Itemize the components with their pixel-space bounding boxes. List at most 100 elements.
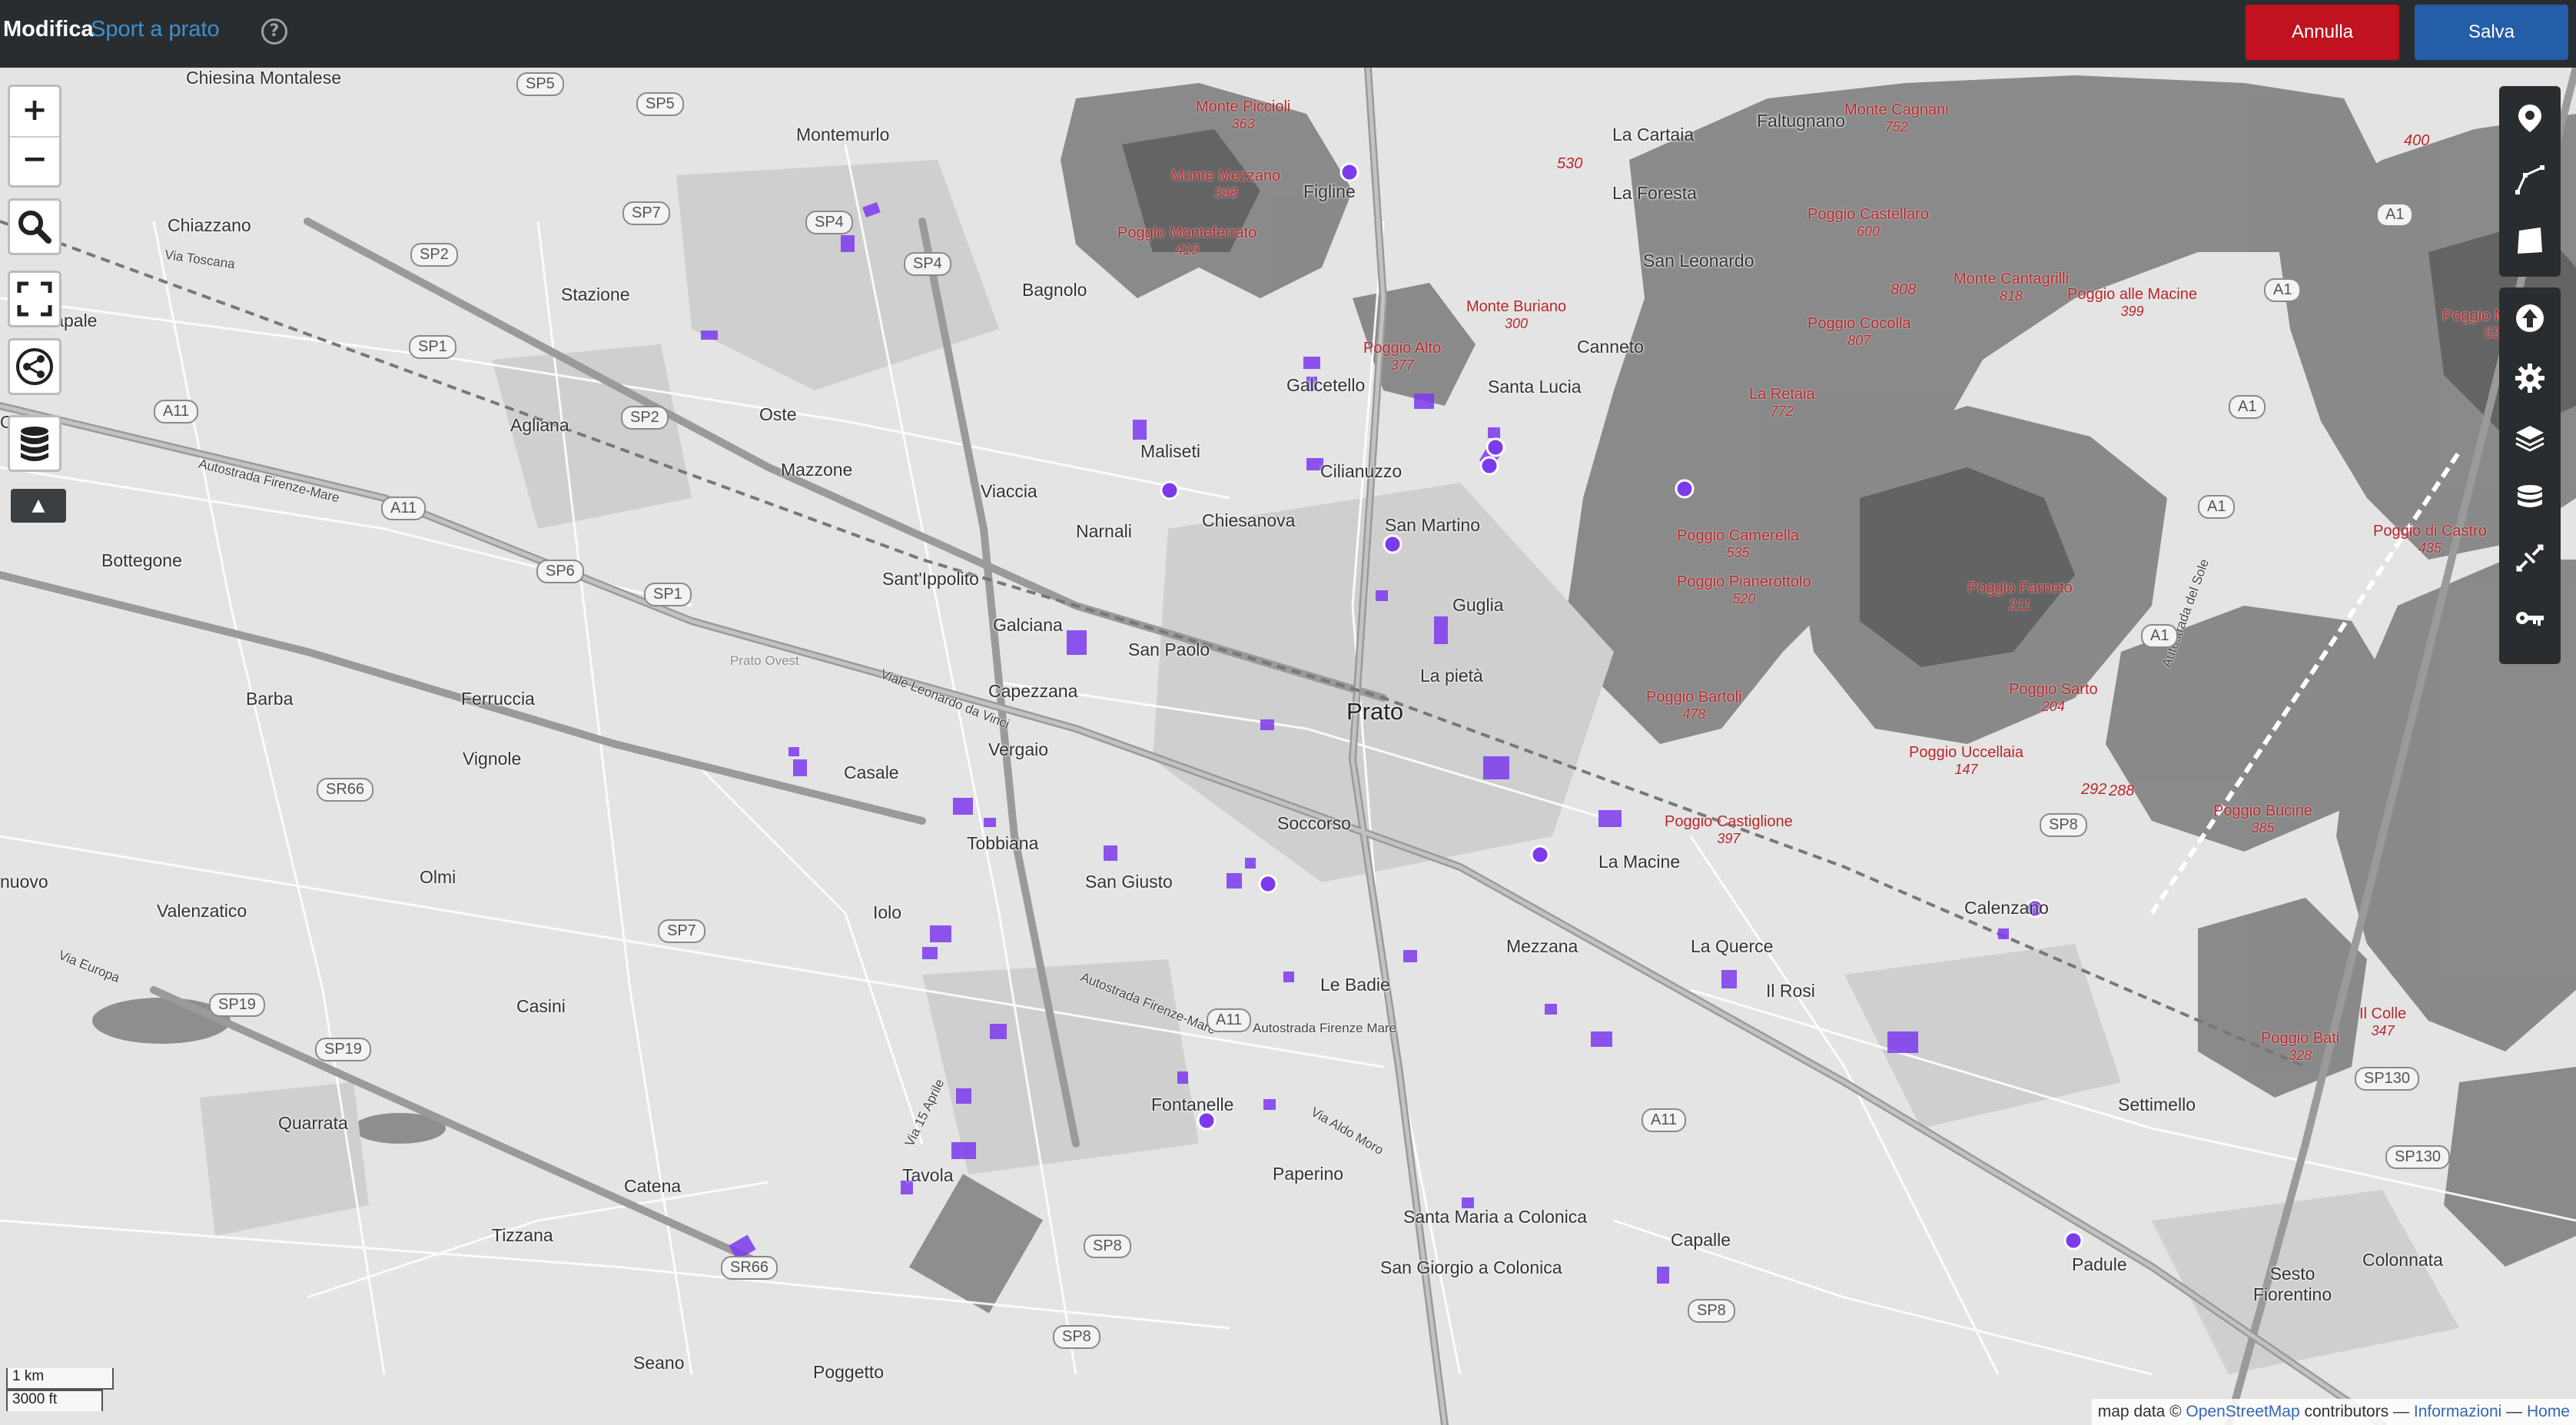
peak-label: Poggio Bucine 385 bbox=[2213, 802, 2312, 835]
place-label: Chiazzano bbox=[168, 215, 251, 235]
place-label: La Cartaia bbox=[1612, 125, 1695, 144]
place-label: Oste bbox=[759, 404, 797, 424]
road-shield: A1 bbox=[2229, 395, 2266, 419]
road-shield: SP5 bbox=[636, 92, 684, 116]
road-shield: A11 bbox=[1642, 1108, 1687, 1132]
place-label: nuovo bbox=[0, 872, 48, 892]
road-shield: SP1 bbox=[409, 335, 456, 359]
settings-tools-group bbox=[2499, 287, 2561, 664]
road-label: Prato Ovest bbox=[730, 653, 799, 668]
osm-link[interactable]: OpenStreetMap bbox=[2186, 1403, 2299, 1420]
peak-label: Poggio Farneto 211 bbox=[1967, 580, 2073, 613]
draw-polygon-button[interactable] bbox=[2499, 212, 2561, 271]
help-button[interactable]: ? bbox=[261, 18, 287, 45]
place-label: Montemurlo bbox=[796, 125, 890, 144]
road-shield: SP19 bbox=[209, 993, 265, 1017]
place-label: Ferruccia bbox=[461, 689, 535, 709]
peak-label: Poggio di Castro 435 bbox=[2373, 523, 2487, 556]
layers-button[interactable] bbox=[2499, 409, 2561, 467]
place-label: Sesto Fiorentino bbox=[2252, 1264, 2332, 1304]
place-label-city: Prato bbox=[1346, 698, 1404, 725]
import-button[interactable] bbox=[2499, 289, 2561, 347]
save-button[interactable]: Salva bbox=[2415, 5, 2568, 60]
edit-toolbar bbox=[2499, 86, 2561, 664]
share-button[interactable] bbox=[8, 338, 61, 395]
attribution-separator: — bbox=[2501, 1403, 2527, 1420]
place-label: Vignole bbox=[463, 749, 522, 769]
place-label: Le Badie bbox=[1320, 975, 1390, 995]
road-shield: SP2 bbox=[410, 243, 458, 267]
road-shield: SP6 bbox=[536, 560, 584, 583]
place-label: Valenzatico bbox=[157, 901, 247, 921]
peak-label: Monte Mezzano 398 bbox=[1171, 168, 1281, 201]
road-label: Autostrada Firenze Mare bbox=[1253, 1021, 1397, 1035]
cancel-button[interactable]: Annulla bbox=[2246, 5, 2399, 60]
road-shield: SP7 bbox=[622, 201, 670, 225]
place-label: Barba bbox=[246, 689, 294, 709]
place-label: Chiesanova bbox=[1202, 510, 1296, 530]
search-button[interactable] bbox=[8, 198, 61, 255]
place-label: Capalle bbox=[1671, 1230, 1731, 1250]
place-label: San Martino bbox=[1385, 515, 1481, 535]
place-label: Calenzano bbox=[1964, 898, 2049, 918]
caption-toggle-button[interactable]: ▲ bbox=[11, 489, 66, 523]
place-label: Catena bbox=[624, 1176, 682, 1196]
map-settings-button[interactable] bbox=[2499, 349, 2561, 407]
attribution: map data © OpenStreetMap contributors — … bbox=[2091, 1399, 2576, 1425]
zoom-in-button[interactable]: + bbox=[10, 87, 59, 138]
road-shield: A11 bbox=[381, 497, 427, 520]
peak-label: Poggio Pianerottolo 520 bbox=[1677, 573, 1811, 606]
place-label: Sant'Ippolito bbox=[882, 569, 979, 589]
peak-label: Poggio Alto 377 bbox=[1363, 340, 1442, 373]
place-label: Settimello bbox=[2118, 1094, 2196, 1114]
place-label: San Giorgio a Colonica bbox=[1380, 1257, 1562, 1277]
road-shield: SP130 bbox=[2355, 1067, 2420, 1091]
zoom-out-button[interactable]: − bbox=[10, 136, 59, 185]
home-link[interactable]: Home bbox=[2527, 1403, 2570, 1420]
place-label: Soccorso bbox=[1277, 813, 1351, 833]
place-label: Casini bbox=[516, 996, 566, 1016]
fullscreen-button[interactable] bbox=[8, 271, 61, 327]
place-label: Santa Lucia bbox=[1488, 377, 1582, 397]
place-label: Quarrata bbox=[278, 1113, 348, 1133]
place-label: Faltugnano bbox=[1757, 111, 1846, 131]
place-label: Iolo bbox=[873, 902, 902, 922]
road-shield: SP130 bbox=[2385, 1145, 2451, 1169]
scale-imperial: 3000 ft bbox=[6, 1390, 103, 1411]
mode-label: Modifica bbox=[3, 17, 94, 42]
scale-bar: 1 km 3000 ft bbox=[6, 1368, 114, 1411]
key-icon bbox=[2516, 612, 2544, 626]
map-name-link[interactable]: Sport a prato bbox=[91, 17, 220, 42]
map-canvas[interactable]: Chiesina Montalese Montemurlo Figline La… bbox=[0, 68, 2576, 1425]
road-shield: A11 bbox=[1207, 1008, 1252, 1032]
road-shield: SP1 bbox=[644, 583, 692, 606]
datalayers-button[interactable] bbox=[8, 415, 61, 472]
tilelayer-button[interactable] bbox=[2499, 529, 2561, 587]
place-label: Capezzana bbox=[988, 681, 1078, 701]
draw-polyline-button[interactable] bbox=[2499, 151, 2561, 209]
attribution-contributors: contributors — bbox=[2299, 1403, 2414, 1420]
place-label: Santa Maria a Colonica bbox=[1403, 1207, 1588, 1227]
search-icon bbox=[18, 211, 51, 244]
spot-elevation: 530 bbox=[1557, 155, 1583, 172]
marker-icon bbox=[2518, 105, 2541, 132]
spot-elevation: 288 bbox=[2109, 782, 2135, 799]
road-shield: A1 bbox=[2141, 624, 2179, 648]
tilelayer-icon bbox=[2516, 544, 2544, 572]
place-label: Padule bbox=[2072, 1254, 2127, 1274]
road-shield: A1 bbox=[2198, 495, 2236, 519]
place-label: Colonnata bbox=[2362, 1250, 2443, 1270]
road-shield: SP8 bbox=[2040, 813, 2087, 837]
permissions-button[interactable] bbox=[2499, 589, 2561, 647]
draw-marker-button[interactable] bbox=[2499, 89, 2561, 148]
datalayers-manage-button[interactable] bbox=[2499, 469, 2561, 527]
peak-label: Poggio Camerella 535 bbox=[1677, 527, 1799, 560]
road-shield: A1 bbox=[2376, 203, 2414, 227]
road-shield: SP2 bbox=[621, 406, 669, 430]
info-link[interactable]: Informazioni bbox=[2414, 1403, 2501, 1420]
place-label: Narnali bbox=[1076, 521, 1132, 541]
top-bar: Modifica Sport a prato ? Annulla Salva bbox=[0, 0, 2576, 68]
peak-label: Poggio alle Macine 399 bbox=[2067, 286, 2197, 319]
road-shield: SP19 bbox=[315, 1038, 371, 1061]
peak-label: Poggio Uccellaia 147 bbox=[1909, 744, 2023, 777]
